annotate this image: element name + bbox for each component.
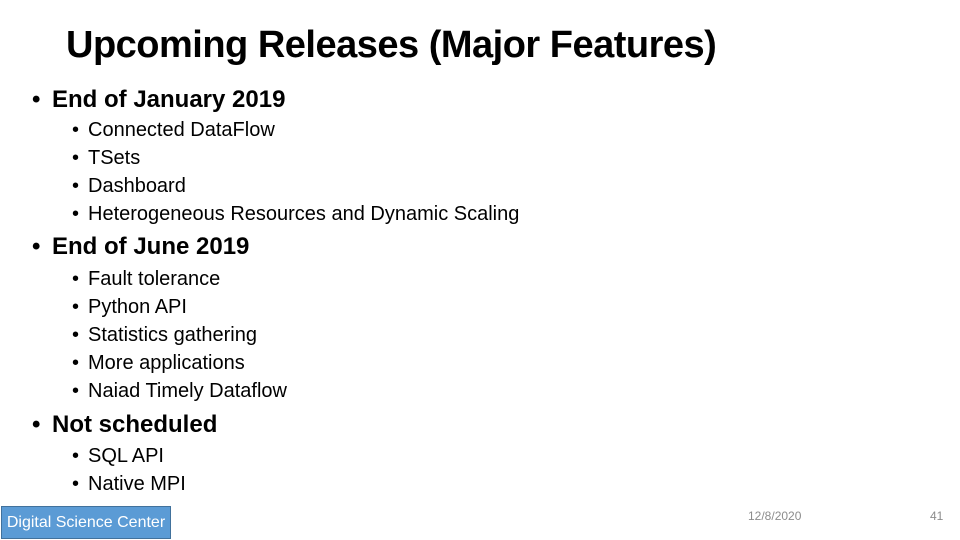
bullet-icon: • (32, 233, 41, 260)
section-heading: • End of January 2019 (32, 86, 285, 114)
bullet-icon: • (72, 445, 80, 467)
section-heading-text: End of January 2019 (52, 86, 286, 113)
list-item: • SQL API (72, 442, 164, 470)
bullet-icon: • (72, 352, 80, 374)
list-item: • Naiad Timely Dataflow (72, 377, 287, 405)
section-heading-text: Not scheduled (52, 411, 218, 438)
list-item: • TSets (72, 144, 140, 172)
list-item: • Connected DataFlow (72, 116, 275, 144)
section-heading-text: End of June 2019 (52, 233, 250, 260)
bullet-icon: • (72, 147, 80, 169)
slide-title: Upcoming Releases (Major Features) (66, 24, 717, 66)
bullet-icon: • (72, 119, 80, 141)
footer-date: 12/8/2020 (748, 509, 802, 523)
section-heading: • Not scheduled (32, 411, 217, 439)
page-number: 41 (930, 509, 944, 523)
organization-badge: Digital Science Center (1, 506, 171, 539)
bullet-icon: • (32, 411, 41, 438)
bullet-icon: • (72, 175, 80, 197)
list-item: • Statistics gathering (72, 321, 257, 349)
list-item: • Dashboard (72, 172, 186, 200)
bullet-icon: • (72, 203, 80, 225)
bullet-icon: • (32, 86, 41, 113)
list-item: • Python API (72, 293, 187, 321)
bullet-icon: • (72, 268, 80, 290)
bullet-icon: • (72, 324, 80, 346)
bullet-icon: • (72, 380, 80, 402)
bullet-icon: • (72, 296, 80, 318)
list-item: • Fault tolerance (72, 265, 220, 293)
list-item: • More applications (72, 349, 245, 377)
bullet-icon: • (72, 473, 80, 495)
section-heading: • End of June 2019 (32, 233, 249, 261)
list-item: • Heterogeneous Resources and Dynamic Sca… (72, 200, 519, 228)
list-item: • Native MPI (72, 470, 186, 498)
